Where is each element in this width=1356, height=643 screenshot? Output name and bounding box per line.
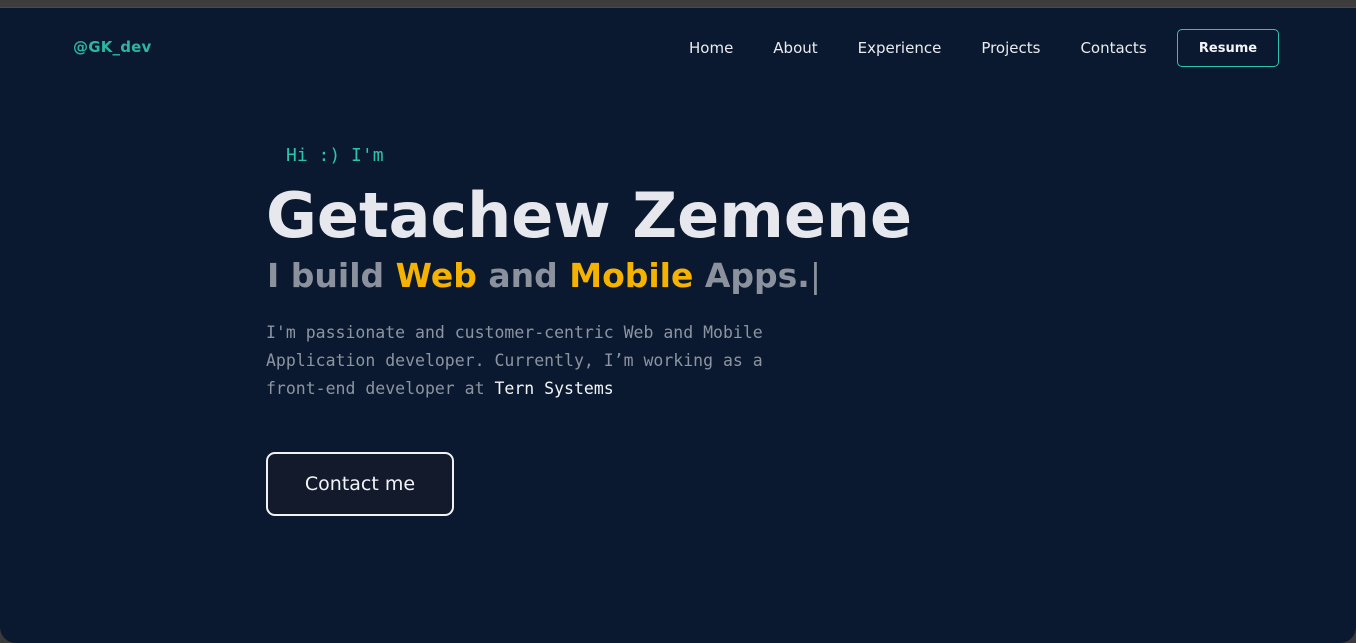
contact-me-button[interactable]: Contact me (266, 452, 454, 516)
main-nav: Home About Experience Projects Contacts (689, 39, 1147, 57)
tagline-text-3: Apps. (693, 256, 810, 295)
tagline-text-1: I build (267, 256, 396, 295)
hero-bio: I'm passionate and customer-centric Web … (266, 319, 766, 403)
hero-tagline: I build Web and Mobile Apps.| (267, 256, 821, 296)
portfolio-page: @GK_dev Home About Experience Projects C… (0, 7, 1356, 643)
logo-link[interactable]: @GK_dev (73, 38, 152, 56)
hero-name: Getachew Zemene (266, 179, 913, 252)
nav-home[interactable]: Home (689, 39, 733, 57)
tagline-highlight-mobile: Mobile (569, 256, 694, 295)
typing-cursor: | (809, 256, 821, 295)
tagline-highlight-web: Web (395, 256, 477, 295)
bio-company: Tern Systems (494, 379, 614, 398)
nav-experience[interactable]: Experience (858, 39, 942, 57)
hero-greeting: Hi :) I'm (286, 145, 384, 166)
nav-projects[interactable]: Projects (981, 39, 1040, 57)
nav-about[interactable]: About (773, 39, 817, 57)
browser-top-bar (0, 0, 1356, 7)
tagline-text-2: and (476, 256, 570, 295)
resume-button[interactable]: Resume (1177, 29, 1279, 67)
nav-contacts[interactable]: Contacts (1080, 39, 1146, 57)
